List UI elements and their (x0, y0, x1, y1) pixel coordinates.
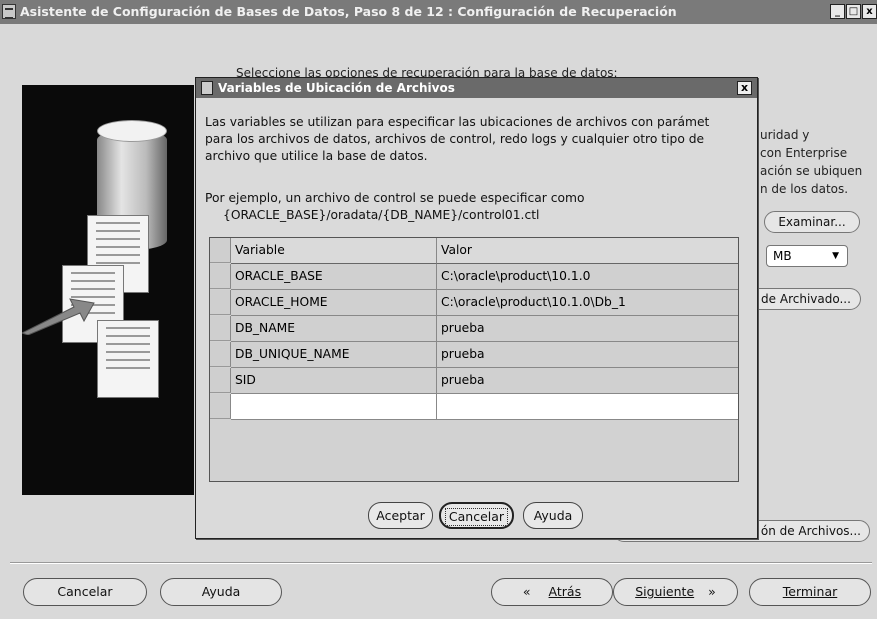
cell-valor[interactable]: prueba (437, 342, 738, 368)
finish-button[interactable]: Terminar (749, 578, 871, 606)
archive-params-button[interactable]: de Archivado... (752, 288, 861, 310)
variables-table: Variable Valor ORACLE_BASE C:\oracle\pro… (209, 237, 739, 482)
back-button[interactable]: « Atrás (491, 578, 613, 606)
browse-button[interactable]: Examinar... (764, 211, 860, 233)
side-line-3: ación se ubiquen (760, 164, 863, 178)
next-button[interactable]: Siguiente » (613, 578, 738, 606)
dialog-cancel-label: Cancelar (444, 508, 509, 526)
document-icon (97, 320, 159, 398)
back-arrow-icon: « (522, 584, 531, 599)
description-line-3: archivo que utilice la base de datos. (205, 149, 428, 163)
example-line-2: {ORACLE_BASE}/oradata/{DB_NAME}/control0… (223, 208, 540, 222)
finish-label: Terminar (782, 584, 838, 599)
table-row-empty[interactable] (210, 394, 738, 420)
database-illustration (22, 85, 194, 495)
window-title: Asistente de Configuración de Bases de D… (20, 4, 677, 19)
arrow-icon (22, 298, 95, 335)
cell-variable[interactable]: DB_UNIQUE_NAME (231, 342, 437, 368)
window-title-bar: Asistente de Configuración de Bases de D… (0, 0, 877, 24)
cell-valor[interactable]: C:\oracle\product\10.1.0\Db_1 (437, 290, 738, 316)
side-line-1: uridad y (760, 128, 810, 142)
maximize-button[interactable]: □ (846, 4, 861, 19)
dialog-title-bar: Variables de Ubicación de Archivos x (196, 78, 757, 98)
minimize-button[interactable]: _ (830, 4, 845, 19)
dialog-icon (201, 81, 213, 95)
cell-variable[interactable]: ORACLE_BASE (231, 264, 437, 290)
dialog-title: Variables de Ubicación de Archivos (218, 81, 455, 95)
dialog-help-button[interactable]: Ayuda (523, 502, 583, 529)
table-row[interactable]: SID prueba (210, 368, 738, 394)
column-header-variable[interactable]: Variable (231, 238, 437, 264)
description-line-1: Las variables se utilizan para especific… (205, 115, 710, 129)
table-row[interactable]: ORACLE_HOME C:\oracle\product\10.1.0\Db_… (210, 290, 738, 316)
side-line-4: n de los datos. (760, 182, 849, 196)
back-label: Atrás (548, 584, 582, 599)
table-row[interactable]: DB_UNIQUE_NAME prueba (210, 342, 738, 368)
dialog-close-button[interactable]: x (737, 81, 752, 95)
example-line-1: Por ejemplo, un archivo de control se pu… (205, 191, 585, 205)
side-line-2: con Enterprise (760, 146, 848, 160)
table-header: Variable Valor (210, 238, 738, 264)
cell-valor-empty[interactable] (437, 394, 738, 420)
table-row[interactable]: DB_NAME prueba (210, 316, 738, 342)
cell-variable[interactable]: SID (231, 368, 437, 394)
chevron-down-icon: ▼ (832, 251, 839, 261)
cell-variable[interactable]: DB_NAME (231, 316, 437, 342)
cell-valor[interactable]: prueba (437, 368, 738, 394)
size-unit-select[interactable]: MB ▼ (766, 245, 848, 267)
size-unit-value: MB (773, 249, 792, 263)
file-location-variables-dialog: Variables de Ubicación de Archivos x Las… (195, 77, 758, 539)
app-icon (2, 4, 16, 19)
description-line-2: para los archivos de datos, archivos de … (205, 132, 705, 146)
cancel-button[interactable]: Cancelar (23, 578, 147, 606)
cell-variable-empty[interactable] (231, 394, 437, 420)
close-button[interactable]: x (862, 4, 877, 19)
window-controls: _ □ x (829, 4, 877, 20)
separator (10, 562, 872, 564)
next-arrow-icon: » (708, 584, 716, 599)
cell-valor[interactable]: prueba (437, 316, 738, 342)
help-button[interactable]: Ayuda (160, 578, 282, 606)
next-label: Siguiente (635, 584, 695, 599)
column-header-valor[interactable]: Valor (437, 238, 738, 264)
cell-variable[interactable]: ORACLE_HOME (231, 290, 437, 316)
table-row[interactable]: ORACLE_BASE C:\oracle\product\10.1.0 (210, 264, 738, 290)
cell-valor[interactable]: C:\oracle\product\10.1.0 (437, 264, 738, 290)
accept-button[interactable]: Aceptar (368, 502, 433, 529)
dialog-cancel-button[interactable]: Cancelar (439, 502, 514, 529)
